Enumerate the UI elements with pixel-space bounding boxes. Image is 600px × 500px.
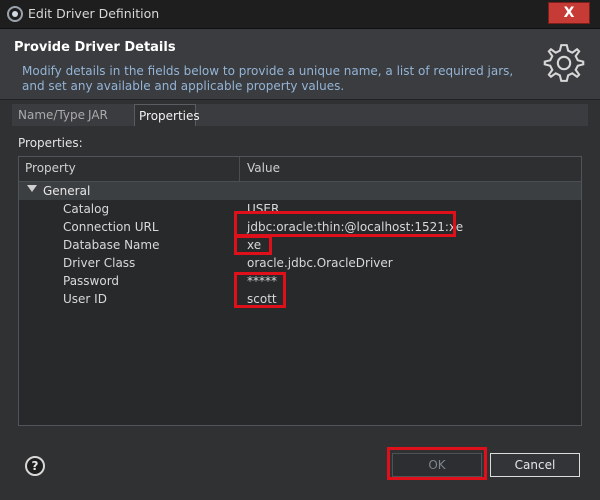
properties-table: Property Value General Catalog USER Conn…: [18, 156, 582, 426]
ok-button-label: OK: [428, 458, 446, 472]
properties-panel: Properties: Property Value General Catal…: [12, 126, 588, 432]
property-key: Driver Class: [63, 256, 136, 270]
help-icon[interactable]: ?: [25, 456, 45, 476]
ok-button[interactable]: OK: [392, 453, 482, 477]
group-label: General: [43, 184, 91, 198]
header-description: Modify details in the fields below to pr…: [22, 64, 514, 93]
property-key: Catalog: [63, 202, 110, 216]
cancel-button[interactable]: Cancel: [490, 453, 580, 477]
property-value[interactable]: oracle.jdbc.OracleDriver: [247, 256, 393, 270]
header-title: Provide Driver Details: [14, 40, 176, 55]
edit-driver-definition-window: Edit Driver Definition X Provide Driver …: [0, 0, 600, 500]
tab-jar-list[interactable]: JAR List: [84, 104, 134, 144]
table-header: Property Value: [19, 157, 581, 182]
column-property: Property: [25, 161, 76, 175]
window-title: Edit Driver Definition: [28, 6, 160, 21]
properties-label: Properties:: [18, 136, 83, 150]
property-key: Connection URL: [63, 220, 159, 234]
highlight-connection-url: [234, 211, 456, 237]
collapse-triangle-icon[interactable]: [27, 185, 37, 192]
highlight-password-user-id: [234, 272, 286, 308]
table-row[interactable]: Password *****: [19, 273, 581, 291]
tabs-bar: Name/Type JAR List Properties: [12, 104, 588, 144]
group-row-general[interactable]: General: [19, 182, 581, 200]
cancel-button-label: Cancel: [514, 458, 556, 472]
table-row[interactable]: Database Name xe: [19, 237, 581, 255]
app-icon: [7, 6, 23, 22]
property-key: Password: [63, 274, 120, 288]
header: Provide Driver Details Modify details in…: [0, 29, 600, 100]
table-row[interactable]: Driver Class oracle.jdbc.OracleDriver: [19, 255, 581, 273]
title-bar: Edit Driver Definition X: [0, 0, 600, 29]
close-icon: X: [563, 5, 575, 21]
help-question-mark: ?: [31, 459, 39, 473]
highlight-database-name: [234, 235, 272, 255]
close-button[interactable]: X: [548, 2, 590, 24]
gear-icon: [543, 44, 585, 82]
table-row[interactable]: User ID scott: [19, 291, 581, 309]
column-value: Value: [247, 161, 280, 175]
property-key: User ID: [63, 292, 107, 306]
property-key: Database Name: [63, 238, 160, 252]
tab-name-type[interactable]: Name/Type: [14, 104, 85, 126]
column-separator[interactable]: [239, 157, 240, 181]
tab-properties[interactable]: Properties: [134, 104, 200, 126]
